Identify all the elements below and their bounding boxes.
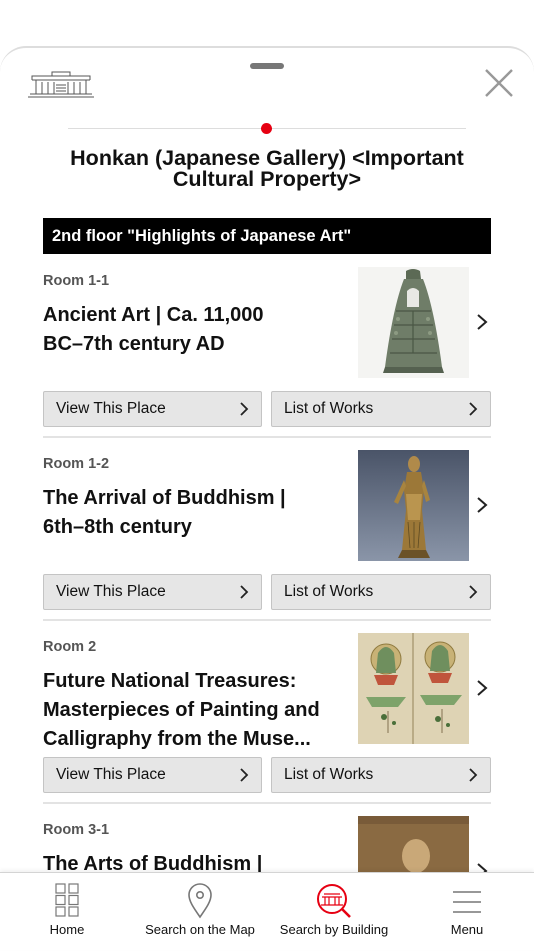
chevron-right-icon (469, 585, 478, 599)
building-title-line2: Cultural Property> (172, 167, 362, 191)
chevron-right-icon[interactable] (476, 679, 488, 697)
view-this-place-label: View This Place (56, 766, 166, 783)
nav-home-label: Home (49, 922, 85, 937)
building-outline-icon (28, 71, 94, 98)
nav-menu[interactable]: Menu (422, 873, 512, 951)
divider (43, 436, 491, 438)
room-card: Room 1-1 Ancient Art | Ca. 11,000 BC–7th… (43, 267, 491, 438)
page-indicator (68, 123, 466, 135)
floor-header: 2nd floor "Highlights of Japanese Art" (43, 218, 491, 254)
chevron-right-icon (240, 585, 249, 599)
map-pin-icon (188, 883, 212, 919)
nav-search-by-building-label: Search by Building (279, 922, 389, 937)
room-number: Room 1-2 (43, 456, 110, 472)
list-of-works-button[interactable]: List of Works (271, 757, 491, 793)
building-title-line1: Honkan (Japanese Gallery) <Important (70, 146, 464, 170)
building-sheet: Honkan (Japanese Gallery) <Important Cul… (0, 46, 534, 950)
view-this-place-button[interactable]: View This Place (43, 574, 262, 610)
view-this-place-button[interactable]: View This Place (43, 391, 262, 427)
room-title-line: BC–7th century AD (43, 333, 225, 355)
room-title-line: The Arrival of Buddhism | (43, 487, 286, 509)
room-number: Room 2 (43, 639, 97, 655)
room-number: Room 1-1 (43, 273, 110, 289)
chevron-right-icon (469, 768, 478, 782)
list-of-works-button[interactable]: List of Works (271, 574, 491, 610)
room-title[interactable]: The Arrival of Buddhism | 6th–8th centur… (43, 484, 343, 542)
room-title-line: Masterpieces of Painting and (43, 699, 320, 721)
room-title-line: Future National Treasures: (43, 670, 297, 692)
room-title-line: Calligraphy from the Muse... (43, 728, 311, 750)
room-card: Room 2 Future National Treasures: Master… (43, 633, 491, 804)
nav-search-on-map-label: Search on the Map (145, 922, 255, 937)
grid-icon (55, 883, 79, 917)
chevron-right-icon (469, 402, 478, 416)
room-title-line: Ancient Art | Ca. 11,000 (43, 304, 264, 326)
building-search-icon (317, 884, 351, 918)
room-title-line: 6th–8th century (43, 516, 192, 538)
room-number: Room 3-1 (43, 822, 110, 838)
close-icon[interactable] (484, 68, 514, 98)
nav-menu-label: Menu (450, 922, 484, 937)
chevron-right-icon[interactable] (476, 313, 488, 331)
drag-handle[interactable] (250, 63, 284, 69)
list-of-works-label: List of Works (284, 583, 374, 600)
view-this-place-label: View This Place (56, 400, 166, 417)
nav-home[interactable]: Home (22, 873, 112, 951)
buddha-statue-thumbnail[interactable] (358, 450, 469, 561)
view-this-place-label: View This Place (56, 583, 166, 600)
nav-search-on-map[interactable]: Search on the Map (136, 873, 264, 951)
painting-scroll-thumbnail[interactable] (358, 633, 469, 744)
building-title: Honkan (Japanese Gallery) <Important Cul… (20, 146, 514, 191)
list-of-works-label: List of Works (284, 766, 374, 783)
room-title[interactable]: Future National Treasures: Masterpieces … (43, 667, 343, 754)
room-card: Room 1-2 The Arrival of Buddhism | 6th–8… (43, 450, 491, 621)
bottom-navigation: Home Search on the Map Search by Buildin… (0, 872, 534, 950)
view-this-place-button[interactable]: View This Place (43, 757, 262, 793)
nav-search-by-building[interactable]: Search by Building (270, 873, 398, 951)
room-title[interactable]: Ancient Art | Ca. 11,000 BC–7th century … (43, 301, 343, 359)
chevron-right-icon (240, 402, 249, 416)
list-of-works-label: List of Works (284, 400, 374, 417)
chevron-right-icon (240, 768, 249, 782)
list-of-works-button[interactable]: List of Works (271, 391, 491, 427)
divider (43, 802, 491, 804)
bronze-bell-thumbnail[interactable] (358, 267, 469, 378)
page-indicator-dot (261, 123, 272, 134)
chevron-right-icon[interactable] (476, 496, 488, 514)
hamburger-icon (453, 891, 481, 913)
divider (43, 619, 491, 621)
